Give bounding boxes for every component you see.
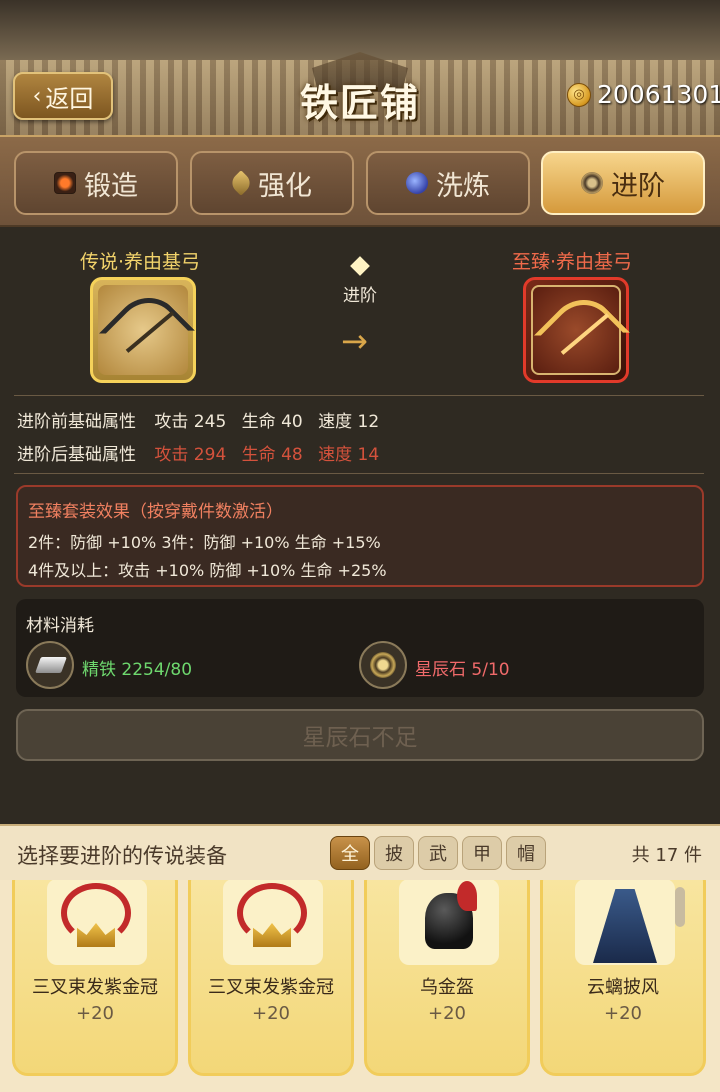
stats-after-label: 进阶后基础属性 [17,445,136,465]
set-bonus-box: 至臻套装效果（按穿戴件数激活） 2件：防御 +10% 3件：防御 +10% 生命… [16,485,704,587]
stat-value: 生命 40 [241,412,303,432]
material-star-stone: 星辰石 5/10 [415,655,510,680]
equipment-grid: 三叉束发紫金冠 +20 三叉束发紫金冠 +20 乌金盔 +20 云螭披风 +20 [0,880,720,1092]
source-item-name: 传说·养由基弓 [80,251,201,273]
filter-hat[interactable]: 帽 [506,836,546,870]
target-item-name: 至臻·养由基弓 [512,251,633,273]
coin-value: 20061301 [597,80,720,109]
target-item-slot[interactable] [523,277,631,383]
sky-background [0,0,720,60]
advance-panel: 传说·养由基弓 至臻·养由基弓 进阶 → 进阶前基础属性 攻击 245 生命 4… [0,227,720,824]
selection-title: 选择要进阶的传说装备 [17,844,227,868]
divider [14,473,704,474]
material-name: 星辰石 [415,660,466,680]
advance-label: 进阶 [343,286,377,306]
tab-advance[interactable]: 进阶 [541,151,705,215]
materials-title: 材料消耗 [26,616,94,636]
materials-box: 材料消耗 精铁 2254/80 星辰石 5/10 [16,599,704,697]
bow-icon [531,285,631,383]
equipment-card[interactable]: 乌金盔 +20 [364,880,530,1076]
tab-enhance[interactable]: 强化 [190,151,354,215]
bow-icon [98,283,196,381]
tab-label: 进阶 [611,170,665,202]
back-label: 返回 [45,84,94,113]
stat-value: 攻击 294 [154,445,227,465]
tab-label: 洗炼 [436,170,490,202]
page-title: 铁匠铺 [299,81,420,125]
material-iron: 精铁 2254/80 [82,655,192,680]
tab-forge[interactable]: 锻造 [14,151,178,215]
forge-icon [54,172,76,194]
arrow-right-icon: → [341,322,368,360]
stat-value: 攻击 245 [154,412,227,432]
chevron-left-icon: ‹ [32,83,42,109]
advance-icon [581,172,603,194]
filter-all[interactable]: 全 [330,836,370,870]
stat-value: 生命 48 [241,445,303,465]
stat-value: 速度 14 [318,445,380,465]
source-item-slot[interactable] [90,277,196,383]
material-amount: 2254/80 [121,660,193,680]
equipment-card[interactable]: 三叉束发紫金冠 +20 [188,880,354,1076]
material-amount: 5/10 [471,660,510,680]
filter-cape[interactable]: 披 [374,836,414,870]
helmet-icon [399,880,499,965]
tab-label: 强化 [258,170,312,202]
card-name: 三叉束发紫金冠 [32,977,158,998]
equipment-card[interactable]: 云螭披风 +20 [540,880,706,1076]
iron-ingot-icon[interactable] [26,641,74,689]
stats-before-row: 进阶前基础属性 攻击 245 生命 40 速度 12 [17,407,389,432]
coin-balance: ◎ 20061301 [567,80,720,109]
advance-indicator: 进阶 [320,256,400,306]
tab-bar: 锻造 强化 洗炼 进阶 [0,135,720,227]
filter-armor[interactable]: 甲 [462,836,502,870]
card-name: 乌金盔 [420,977,474,998]
crown-icon [223,880,323,965]
star-stone-icon[interactable] [359,641,407,689]
coin-icon: ◎ [567,82,591,107]
diamond-icon [350,256,370,276]
advance-button[interactable]: 星辰石不足 [16,709,704,761]
selection-header: 选择要进阶的传说装备 全 披 武 甲 帽 共 17 件 [0,824,720,880]
stats-after-row: 进阶后基础属性 攻击 294 生命 48 速度 14 [17,440,389,465]
filter-weapon[interactable]: 武 [418,836,458,870]
equipment-card[interactable]: 三叉束发紫金冠 +20 [12,880,178,1076]
material-name: 精铁 [82,660,116,680]
back-button[interactable]: ‹ 返回 [13,72,113,120]
stat-value: 速度 12 [318,412,380,432]
set-bonus-title: 至臻套装效果（按穿戴件数激活） [28,502,283,522]
tab-label: 锻造 [84,170,138,202]
card-name: 云螭披风 [587,977,659,998]
card-level: +20 [252,1003,290,1024]
divider [14,395,704,396]
card-name: 三叉束发紫金冠 [208,977,334,998]
scrollbar[interactable] [675,887,685,927]
crown-icon [47,880,147,965]
enhance-icon [228,170,254,196]
item-count: 共 17 件 [631,845,702,866]
cape-icon [575,880,675,965]
card-level: +20 [76,1003,114,1024]
refine-icon [406,172,428,194]
tab-refine[interactable]: 洗炼 [366,151,530,215]
set-bonus-line: 2件：防御 +10% 3件：防御 +10% 生命 +15% [28,533,381,552]
card-level: +20 [428,1003,466,1024]
set-bonus-line: 4件及以上：攻击 +10% 防御 +10% 生命 +25% [28,561,387,580]
stats-before-label: 进阶前基础属性 [17,412,136,432]
card-level: +20 [604,1003,642,1024]
